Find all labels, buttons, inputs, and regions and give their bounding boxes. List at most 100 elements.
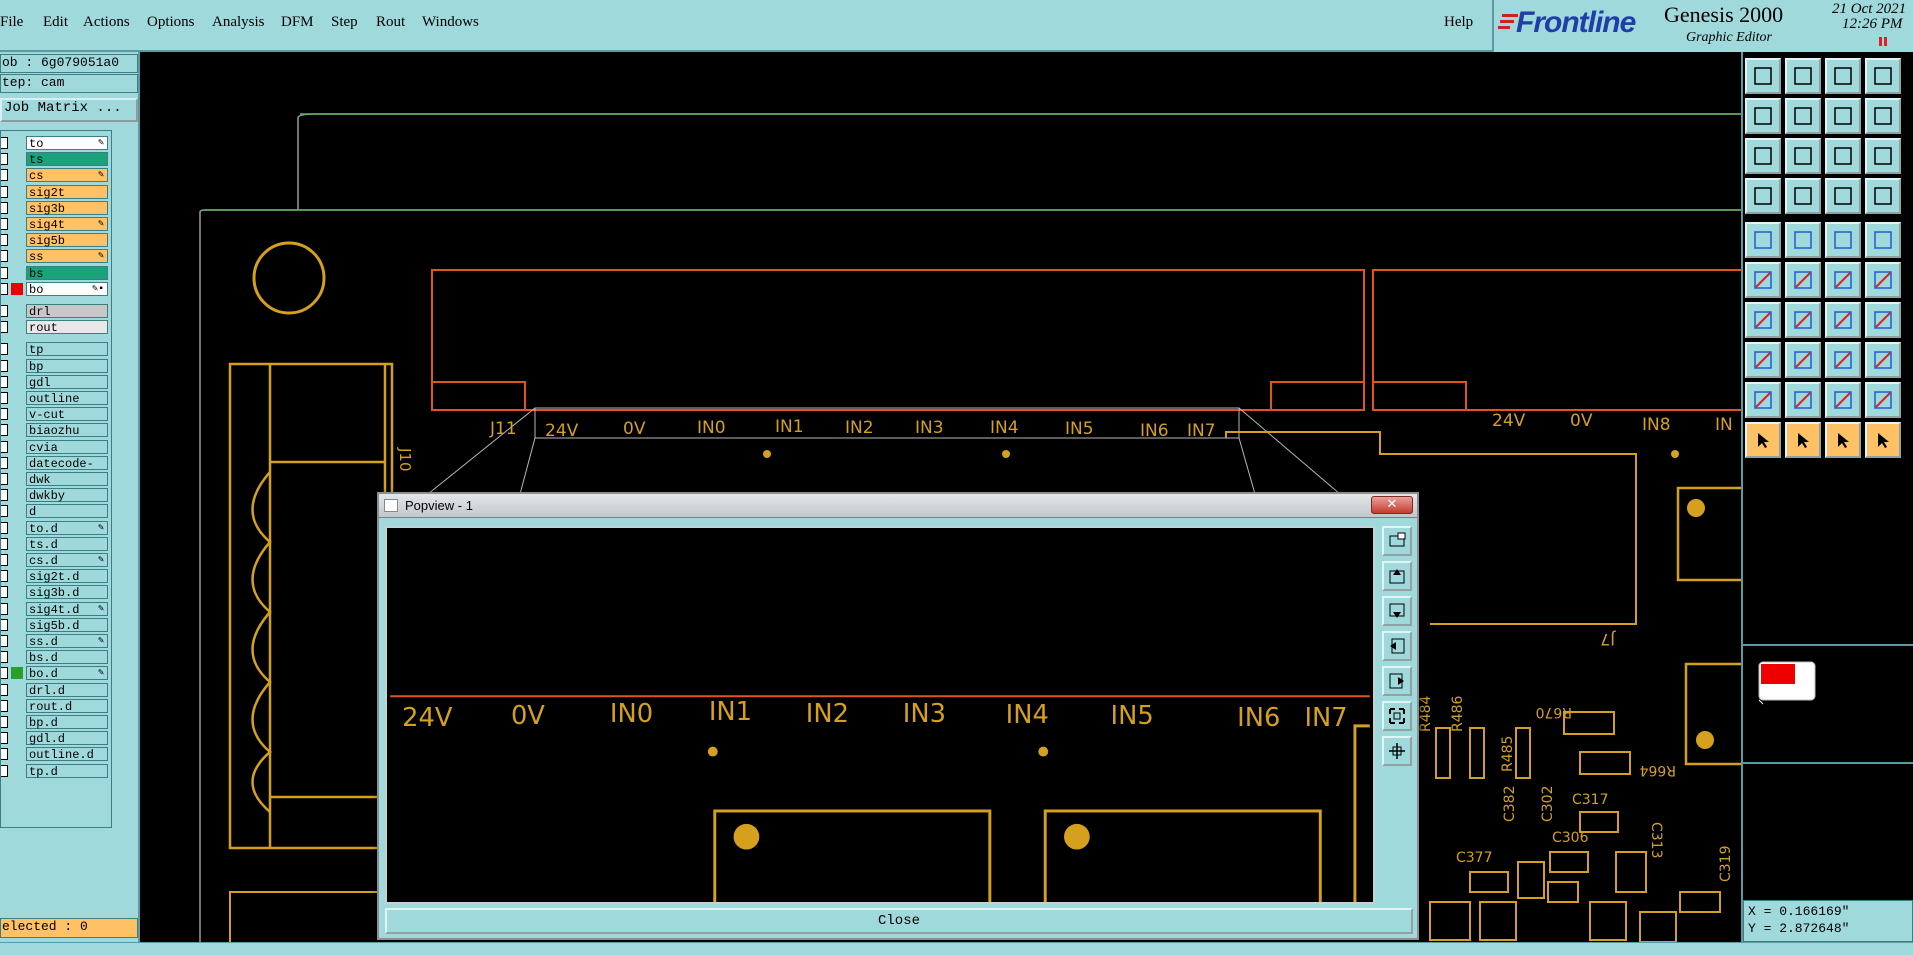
layer-row-rout[interactable]: rout (1, 319, 113, 335)
layer-name[interactable]: rout (26, 320, 108, 335)
layer-name[interactable]: rout.d (26, 698, 108, 714)
popview-close-button[interactable]: Close (385, 908, 1413, 934)
menu-windows[interactable]: Windows (422, 14, 479, 31)
layer-name[interactable]: tp (26, 342, 108, 357)
layer-name[interactable]: to.d ✎ (26, 520, 108, 536)
select-net-button[interactable] (1825, 422, 1861, 458)
pv-pan-right-button[interactable] (1382, 666, 1412, 696)
layer-row-sig5b[interactable]: sig5b (1, 232, 113, 248)
layer-name[interactable]: ts (26, 152, 108, 167)
hatch-button[interactable] (1785, 382, 1821, 418)
layer-checkbox[interactable] (1, 699, 8, 712)
layer-name[interactable]: cvia (26, 439, 108, 455)
layer-row-gdl-d[interactable]: gdl.d (1, 730, 113, 746)
layer-checkbox[interactable] (1, 748, 8, 761)
save-button[interactable] (1785, 58, 1821, 94)
layer-name[interactable]: drl (26, 304, 108, 319)
snap-button[interactable] (1745, 178, 1781, 214)
layer-checkbox[interactable] (1, 635, 8, 647)
layer-row-biaozhu[interactable]: biaozhu (1, 422, 113, 438)
layer-checkbox[interactable] (1, 764, 8, 777)
layer-row-sig2t-d[interactable]: sig2t.d (1, 568, 113, 584)
layer-name[interactable]: gdl.d (26, 731, 108, 746)
layer-checkbox[interactable] (1, 375, 8, 388)
measure2-button[interactable] (1865, 178, 1901, 214)
layer-row-ss-d[interactable]: ss.d ✎ (1, 633, 113, 649)
layer-checkbox[interactable] (1, 424, 8, 437)
layer-row-tp-d[interactable]: tp.d (1, 763, 113, 779)
select-area-button[interactable] (1785, 422, 1821, 458)
menu-edit[interactable]: Edit (43, 14, 68, 31)
zoom-fit-button[interactable] (1745, 138, 1781, 174)
redraw-button[interactable] (1865, 98, 1901, 134)
layer-row-sig5b-d[interactable]: sig5b.d (1, 617, 113, 633)
layer-checkbox[interactable] (1, 392, 8, 404)
layer-row-sig3b-d[interactable]: sig3b.d (1, 584, 113, 600)
layer-row-tp[interactable]: tp (1, 341, 113, 357)
pv-pan-up-button[interactable] (1382, 561, 1412, 591)
layer-row-bs-d[interactable]: bs.d (1, 649, 113, 665)
pv-pan-down-button[interactable] (1382, 596, 1412, 626)
layer-name[interactable]: sig3b.d (26, 585, 108, 600)
layer-row-bs[interactable]: bs (1, 265, 113, 281)
layer-row-d[interactable]: d (1, 503, 113, 519)
layer-row-sig2t[interactable]: sig2t (1, 184, 113, 200)
layer-checkbox[interactable] (1, 201, 8, 214)
scale-1-1-button[interactable] (1825, 138, 1861, 174)
layer-name[interactable]: dwk (26, 472, 108, 487)
layer-name[interactable]: ss.d ✎ (26, 634, 108, 649)
route-button[interactable] (1865, 422, 1901, 458)
layer-row-sig4t-d[interactable]: sig4t.d ✎ (1, 601, 113, 617)
rotate-button[interactable] (1825, 302, 1861, 338)
layer-checkbox[interactable] (1, 618, 8, 631)
layer-row-bo-d[interactable]: bo.d ✎ (1, 665, 113, 681)
layer-row-cs-d[interactable]: cs.d ✎ (1, 552, 113, 568)
layer-checkbox[interactable] (1, 586, 8, 599)
layer-row-dwkby[interactable]: dwkby (1, 487, 113, 503)
layer-row-bp-d[interactable]: bp.d (1, 714, 113, 730)
layer-name[interactable]: bs.d (26, 650, 108, 665)
window-button[interactable] (1825, 98, 1861, 134)
layer-name[interactable]: sig2t (26, 184, 108, 200)
menu-help[interactable]: Help (1444, 14, 1473, 31)
layer-name[interactable]: cs.d ✎ (26, 553, 108, 568)
layer-checkbox[interactable] (1, 282, 8, 295)
layer-name[interactable]: d (26, 504, 108, 519)
select-button[interactable] (1745, 422, 1781, 458)
layer-name[interactable]: bo ✎▪ (26, 281, 108, 297)
layer-name[interactable]: ss ✎ (26, 249, 108, 264)
split-button[interactable] (1865, 262, 1901, 298)
layer-name[interactable]: drl.d (26, 682, 108, 698)
help-button[interactable] (1865, 138, 1901, 174)
pv-zoom-out-button[interactable] (1382, 736, 1412, 766)
layer-row-sig3b[interactable]: sig3b (1, 200, 113, 216)
menu-rout[interactable]: Rout (376, 14, 405, 31)
layer-row-rout-d[interactable]: rout.d (1, 698, 113, 714)
layer-row-bp[interactable]: bp (1, 358, 113, 374)
layer-name[interactable]: v-cut (26, 407, 108, 422)
layer-checkbox[interactable] (1, 343, 8, 356)
layer-checkbox[interactable] (1, 683, 8, 696)
layer-checkbox[interactable] (1, 218, 8, 230)
editor-button[interactable] (1865, 58, 1901, 94)
layer-checkbox[interactable] (1, 169, 8, 182)
open-job-button[interactable] (1745, 58, 1781, 94)
layer-name[interactable]: to ✎ (26, 136, 108, 151)
job-matrix-button[interactable]: Job Matrix ... (0, 98, 138, 122)
line-button[interactable] (1785, 222, 1821, 258)
layer-checkbox[interactable] (1, 716, 8, 728)
surface-button[interactable] (1825, 382, 1861, 418)
archive-button[interactable] (1825, 58, 1861, 94)
layer-name[interactable]: sig5b (26, 233, 108, 248)
outline-button[interactable] (1865, 382, 1901, 418)
layer-color-swatch[interactable] (11, 282, 23, 295)
layer-name[interactable]: datecode-bo (26, 455, 108, 485)
layer-name[interactable]: cs ✎ (26, 168, 108, 183)
layer-checkbox[interactable] (1, 185, 8, 198)
draw-line-button[interactable] (1745, 302, 1781, 338)
layer-row-ts[interactable]: ts (1, 151, 113, 167)
connect-button[interactable] (1825, 262, 1861, 298)
layer-checkbox[interactable] (1, 153, 8, 166)
layer-checkbox[interactable] (1, 489, 8, 502)
layer-row-dwk[interactable]: dwk (1, 471, 113, 487)
